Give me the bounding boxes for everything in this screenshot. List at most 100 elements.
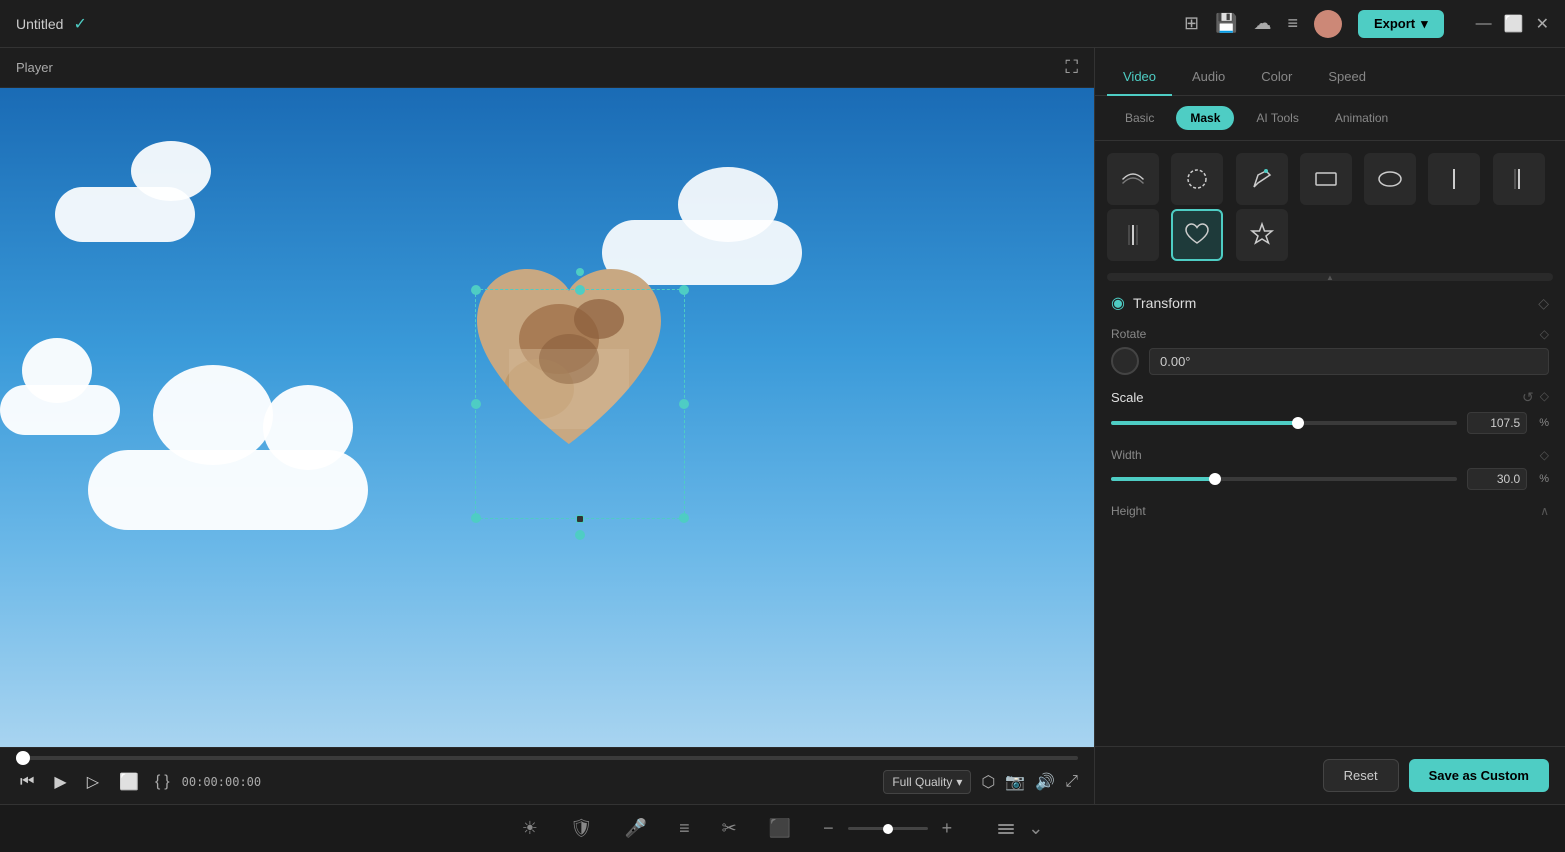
mask-item-oval[interactable] [1364,153,1416,205]
window-controls: — ⬜ ✕ [1476,14,1549,34]
list-tool-button[interactable]: ≡ [673,812,696,845]
sun-tool-button[interactable]: ☀ [516,812,544,845]
zoom-in-button[interactable]: + [936,812,959,845]
scale-slider-thumb[interactable] [1292,417,1304,429]
mask-item-linear[interactable] [1107,153,1159,205]
height-expand-icon[interactable]: ∧ [1540,504,1549,518]
sub-tab-ai-tools[interactable]: AI Tools [1242,106,1312,130]
mic-tool-button[interactable]: 🎤 [619,812,653,845]
timecode: 00:00:00:00 [182,775,261,789]
mask-grid [1095,141,1565,273]
save-icon[interactable]: 💾 [1215,13,1237,34]
stacked-line-2 [998,828,1014,830]
scale-keyframe-icon[interactable]: ◇ [1540,389,1549,406]
mask-item-line1[interactable] [1428,153,1480,205]
scissors-tool-button[interactable]: ✂ [716,812,743,845]
screen-icon[interactable]: ⬡ [981,772,995,792]
frame-tool-button[interactable]: ⬛ [763,812,797,845]
rotate-keyframe-icon[interactable]: ◇ [1540,327,1549,341]
height-prop: Height ∧ [1111,504,1549,518]
controls-right: Full Quality ▾ ⬡ 📷 🔊 ⤢ [883,770,1078,794]
cloud-icon[interactable]: ☁ [1253,13,1271,34]
mask-item-pen[interactable] [1236,153,1288,205]
export-arrow-icon: ▾ [1421,16,1428,32]
scale-value-input[interactable] [1467,412,1527,434]
transform-keyframe-icon[interactable]: ◇ [1538,295,1549,312]
minimize-button[interactable]: — [1476,14,1492,34]
handle-mr[interactable] [679,399,689,409]
reset-button[interactable]: Reset [1323,759,1399,792]
handle-br[interactable] [679,513,689,523]
handle-bl[interactable] [471,513,481,523]
cloud-2b [678,167,778,242]
stop-button[interactable]: ⬜ [115,768,143,796]
width-slider-thumb[interactable] [1209,473,1221,485]
sub-tab-animation[interactable]: Animation [1321,106,1402,130]
sub-tab-mask[interactable]: Mask [1176,106,1234,130]
cloud-1b [131,141,211,201]
mask-item-line3[interactable] [1107,209,1159,261]
zoom-bar[interactable] [848,827,928,830]
scroll-indicator: ▲ [1107,273,1553,281]
avatar[interactable] [1314,10,1342,38]
close-button[interactable]: ✕ [1536,14,1549,34]
top-bar-icons: ⊞ 💾 ☁ ≡ Export ▾ — ⬜ ✕ [1184,10,1549,38]
rotate-dial[interactable] [1111,347,1139,375]
height-label: Height [1111,504,1146,518]
tab-video[interactable]: Video [1107,59,1172,96]
width-keyframe-icon[interactable]: ◇ [1540,448,1549,462]
mask-item-heart[interactable] [1171,209,1223,261]
tab-audio[interactable]: Audio [1176,59,1241,96]
player-controls: ⏮ ▶ ▷ ⬜ { } 00:00:00:00 Full Quality ▾ ⬡ [0,747,1094,804]
mask-item-circle[interactable] [1171,153,1223,205]
scale-slider[interactable] [1111,421,1457,425]
mask-item-star[interactable] [1236,209,1288,261]
width-slider[interactable] [1111,477,1457,481]
mask-item-line2[interactable] [1493,153,1545,205]
layout-icon[interactable]: ⊞ [1184,13,1199,34]
maximize-button[interactable]: ⬜ [1504,14,1524,34]
volume-icon[interactable]: 🔊 [1035,772,1055,792]
export-button[interactable]: Export ▾ [1358,10,1444,38]
progress-thumb[interactable] [16,751,30,765]
selection-box[interactable] [475,289,685,519]
step-back-button[interactable]: ⏮ [16,769,38,795]
zoom-thumb[interactable] [883,824,893,834]
handle-bottom[interactable] [575,530,585,540]
handle-bc[interactable] [576,515,584,523]
action-bar: Reset Save as Custom [1095,746,1565,804]
quality-button[interactable]: Full Quality ▾ [883,770,971,794]
play-alt-button[interactable]: ▷ [83,768,103,796]
fullscreen-icon[interactable]: ⛶ [1065,57,1078,78]
rotate-input[interactable] [1149,348,1549,375]
progress-bar[interactable] [16,756,1078,760]
menu-icon[interactable]: ≡ [1287,13,1298,34]
zoom-out-button[interactable]: − [817,812,840,845]
shield-tool-button[interactable]: 🛡 [564,812,599,845]
expand-icon[interactable]: ⤢ [1065,773,1078,791]
tracks-button[interactable] [998,824,1014,834]
sub-tab-basic[interactable]: Basic [1111,106,1168,130]
tab-color[interactable]: Color [1245,59,1308,96]
cloud-4c [263,385,353,470]
scale-reset-icon[interactable]: ↺ [1522,389,1534,406]
rotate-handle[interactable] [576,268,584,276]
save-custom-button[interactable]: Save as Custom [1409,759,1549,792]
section-toggle-icon[interactable]: ◉ [1111,293,1125,313]
scale-label-row: Scale ↺ ◇ [1111,389,1549,406]
scale-icons: ↺ ◇ [1522,389,1549,406]
handle-tl[interactable] [471,285,481,295]
out-point-button[interactable]: } [164,773,169,791]
in-point-button[interactable]: { [155,773,160,791]
expand-bottom-button[interactable]: ⌄ [1022,812,1049,845]
width-value-input[interactable] [1467,468,1527,490]
handle-ml[interactable] [471,399,481,409]
mask-item-rect[interactable] [1300,153,1352,205]
player-viewport [0,88,1094,747]
play-button[interactable]: ▶ [50,768,70,796]
width-slider-row: % [1111,468,1549,490]
tab-speed[interactable]: Speed [1312,59,1382,96]
handle-tr[interactable] [679,285,689,295]
screenshot-icon[interactable]: 📷 [1005,772,1025,792]
handle-tc[interactable] [575,285,585,295]
